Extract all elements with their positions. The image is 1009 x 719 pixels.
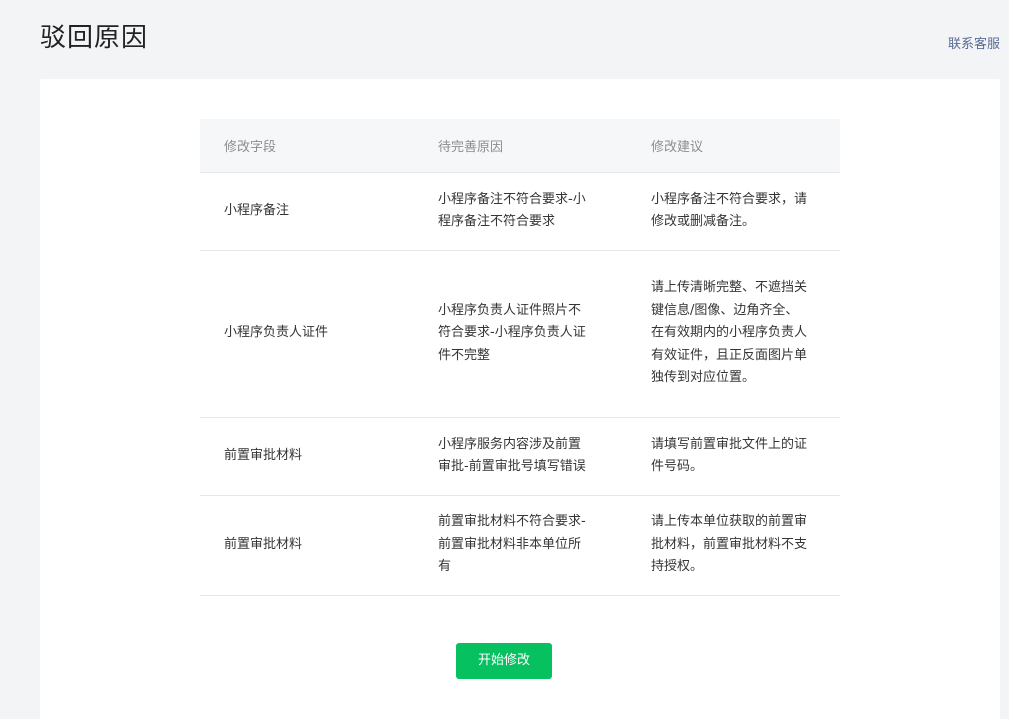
column-header-field: 修改字段 — [200, 119, 414, 173]
cell-suggestion: 请上传本单位获取的前置审批材料，前置审批材料不支持授权。 — [627, 495, 840, 596]
page-header: 驳回原因 联系客服 — [0, 0, 1009, 79]
cell-reason: 前置审批材料不符合要求-前置审批材料非本单位所有 — [414, 495, 627, 596]
cell-field: 前置审批材料 — [200, 495, 414, 596]
cell-field: 小程序负责人证件 — [200, 250, 414, 418]
cell-reason: 小程序备注不符合要求-小程序备注不符合要求 — [414, 172, 627, 251]
column-header-suggestion: 修改建议 — [627, 119, 840, 173]
table-row: 前置审批材料 小程序服务内容涉及前置审批-前置审批号填写错误 请填写前置审批文件… — [200, 417, 840, 496]
table-header-row: 修改字段 待完善原因 修改建议 — [200, 119, 840, 173]
cell-reason: 小程序负责人证件照片不符合要求-小程序负责人证件不完整 — [414, 250, 627, 418]
cell-reason: 小程序服务内容涉及前置审批-前置审批号填写错误 — [414, 417, 627, 496]
cell-suggestion: 小程序备注不符合要求，请修改或删减备注。 — [627, 172, 840, 251]
start-editing-button[interactable]: 开始修改 — [456, 643, 552, 679]
cell-suggestion: 请上传清晰完整、不遮挡关键信息/图像、边角齐全、在有效期内的小程序负责人有效证件… — [627, 250, 840, 418]
table-row: 小程序负责人证件 小程序负责人证件照片不符合要求-小程序负责人证件不完整 请上传… — [200, 250, 840, 418]
page-title: 驳回原因 — [40, 23, 149, 53]
column-header-reason: 待完善原因 — [414, 119, 627, 173]
rejection-reason-table: 修改字段 待完善原因 修改建议 小程序备注 小程序备注不符合要求-小程序备注不符… — [200, 119, 840, 596]
table-row: 前置审批材料 前置审批材料不符合要求-前置审批材料非本单位所有 请上传本单位获取… — [200, 495, 840, 596]
content-card: 修改字段 待完善原因 修改建议 小程序备注 小程序备注不符合要求-小程序备注不符… — [40, 79, 1000, 719]
cell-field: 小程序备注 — [200, 172, 414, 251]
contact-support-link[interactable]: 联系客服 — [948, 36, 1000, 54]
table-row: 小程序备注 小程序备注不符合要求-小程序备注不符合要求 小程序备注不符合要求，请… — [200, 172, 840, 251]
cell-field: 前置审批材料 — [200, 417, 414, 496]
cell-suggestion: 请填写前置审批文件上的证件号码。 — [627, 417, 840, 496]
